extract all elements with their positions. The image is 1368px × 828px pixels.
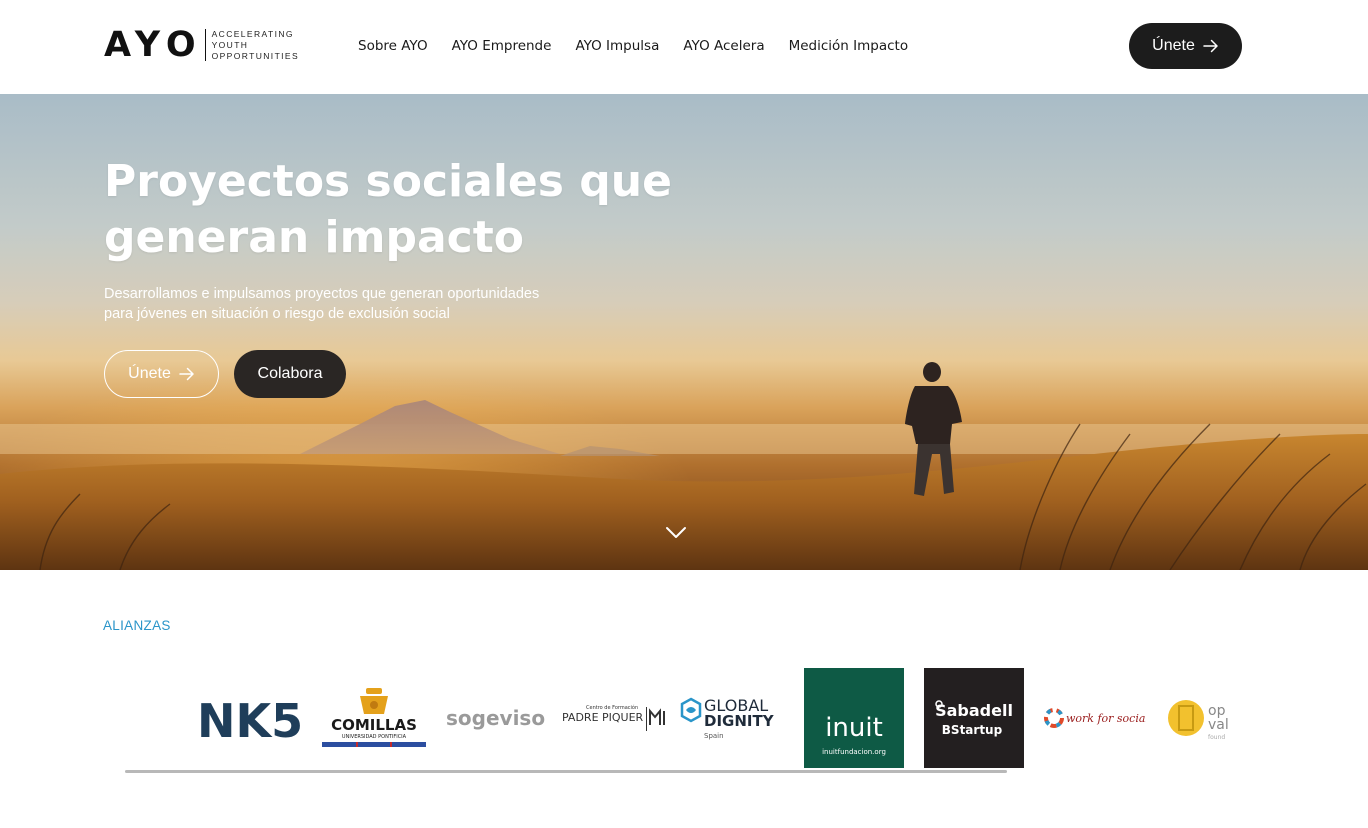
- nav-ayo-impulsa[interactable]: AYO Impulsa: [575, 36, 659, 56]
- chevron-down-icon[interactable]: [665, 526, 687, 545]
- hero-title-line: Proyectos sociales que: [104, 156, 672, 207]
- work-for-social-logo-icon: work for social: [1044, 708, 1146, 728]
- join-button[interactable]: Únete: [1129, 23, 1242, 69]
- sogeviso-logo-text: sogeviso: [446, 706, 545, 730]
- logo-mark: AYO: [104, 25, 203, 65]
- partner-logo-work-for-social[interactable]: work for social: [1042, 668, 1146, 768]
- global-dignity-text-bottom: DIGNITY: [704, 712, 775, 730]
- nk5-logo-text: NK5: [200, 694, 303, 743]
- sabadell-text-bottom: BStartup: [942, 723, 1003, 737]
- hero-subtitle-line: Desarrollamos e impulsamos proyectos que…: [104, 286, 540, 302]
- global-dignity-logo-icon: GLOBAL DIGNITY Spain: [680, 696, 775, 740]
- logo-divider: [204, 29, 206, 61]
- inuit-logo-icon: inuit inuitfundacion.org: [822, 713, 886, 756]
- inuit-logo-subtext: inuitfundacion.org: [822, 748, 886, 756]
- nav-sobre-ayo[interactable]: Sobre AYO: [358, 36, 428, 56]
- alliances-heading: ALIANZAS: [103, 618, 171, 633]
- partner-logo-comillas[interactable]: COMILLAS UNIVERSIDAD PONTIFICIA: [322, 668, 426, 768]
- partner-logo-padre-piquer[interactable]: Centro de Formación PADRE PIQUER: [560, 668, 668, 768]
- hero-title-line: generan impacto: [104, 212, 524, 263]
- comillas-crest-icon: COMILLAS UNIVERSIDAD PONTIFICIA: [322, 688, 426, 747]
- logo-tagline-line: YOUTH: [211, 39, 249, 50]
- partners-carousel: NK5 COMILLAS UNIVERSIDAD PONTIFICIA soge…: [200, 668, 1234, 768]
- sogeviso-logo-icon: sogeviso: [446, 706, 545, 730]
- nav-medicion-impacto[interactable]: Medición Impacto: [789, 36, 909, 56]
- partner-logo-opval[interactable]: op val found: [1164, 668, 1234, 768]
- arrow-right-icon: [1203, 39, 1219, 53]
- logo-tagline-line: ACCELERATING: [211, 28, 294, 39]
- main-nav: Sobre AYO AYO Emprende AYO Impulsa AYO A…: [358, 36, 932, 56]
- padre-piquer-pretext: Centro de Formación: [586, 704, 638, 711]
- inuit-logo-text: inuit: [825, 713, 883, 743]
- padre-piquer-logo-text: PADRE PIQUER: [562, 711, 644, 724]
- site-header: AYO ACCELERATING YOUTH OPPORTUNITIES Sob…: [0, 0, 1368, 94]
- partner-logo-nk5[interactable]: NK5: [200, 668, 303, 768]
- hero-subtitle: Desarrollamos e impulsamos proyectos que…: [104, 284, 574, 324]
- hero-title: Proyectos sociales que generan impacto: [104, 154, 724, 266]
- partner-logo-global-dignity[interactable]: GLOBAL DIGNITY Spain: [680, 668, 788, 768]
- hero-section: Proyectos sociales que generan impacto D…: [0, 94, 1368, 570]
- work-for-social-logo-text: work for social: [1066, 712, 1146, 725]
- nk5-logo-icon: NK5: [200, 694, 303, 743]
- join-button-label: Únete: [1152, 37, 1195, 54]
- sabadell-text-top: Sabadell: [935, 701, 1013, 720]
- sabadell-logo-icon: Sabadell BStartup: [935, 700, 1013, 737]
- nav-ayo-emprende[interactable]: AYO Emprende: [452, 36, 552, 56]
- padre-piquer-logo-icon: Centro de Formación PADRE PIQUER: [562, 704, 665, 731]
- hero-subtitle-line: para jóvenes en situación o riesgo de ex…: [104, 306, 450, 322]
- global-dignity-subtext: Spain: [704, 732, 724, 740]
- ayo-logo[interactable]: AYO ACCELERATING YOUTH OPPORTUNITIES: [104, 27, 299, 63]
- arrow-right-icon: [179, 367, 195, 381]
- hero-join-button-label: Únete: [128, 365, 171, 382]
- hero-collaborate-button[interactable]: Colabora: [234, 350, 346, 398]
- partner-logo-sogeviso[interactable]: sogeviso: [444, 668, 546, 768]
- comillas-logo-text: COMILLAS: [331, 716, 417, 734]
- logo-tagline: ACCELERATING YOUTH OPPORTUNITIES: [212, 29, 299, 62]
- partner-logo-inuit[interactable]: inuit inuitfundacion.org: [804, 668, 904, 768]
- partner-logo-sabadell[interactable]: Sabadell BStartup: [924, 668, 1024, 768]
- nav-ayo-acelera[interactable]: AYO Acelera: [683, 36, 764, 56]
- opval-text-bottom: val: [1208, 717, 1229, 733]
- carousel-scrollbar[interactable]: [125, 770, 1007, 773]
- hero-join-button[interactable]: Únete: [104, 350, 219, 398]
- hero-collaborate-button-label: Colabora: [257, 365, 323, 382]
- comillas-logo-subtext: UNIVERSIDAD PONTIFICIA: [342, 734, 407, 740]
- opval-logo-icon: op val found: [1168, 700, 1229, 741]
- opval-subtext: found: [1208, 734, 1225, 741]
- logo-tagline-line: OPPORTUNITIES: [211, 50, 300, 61]
